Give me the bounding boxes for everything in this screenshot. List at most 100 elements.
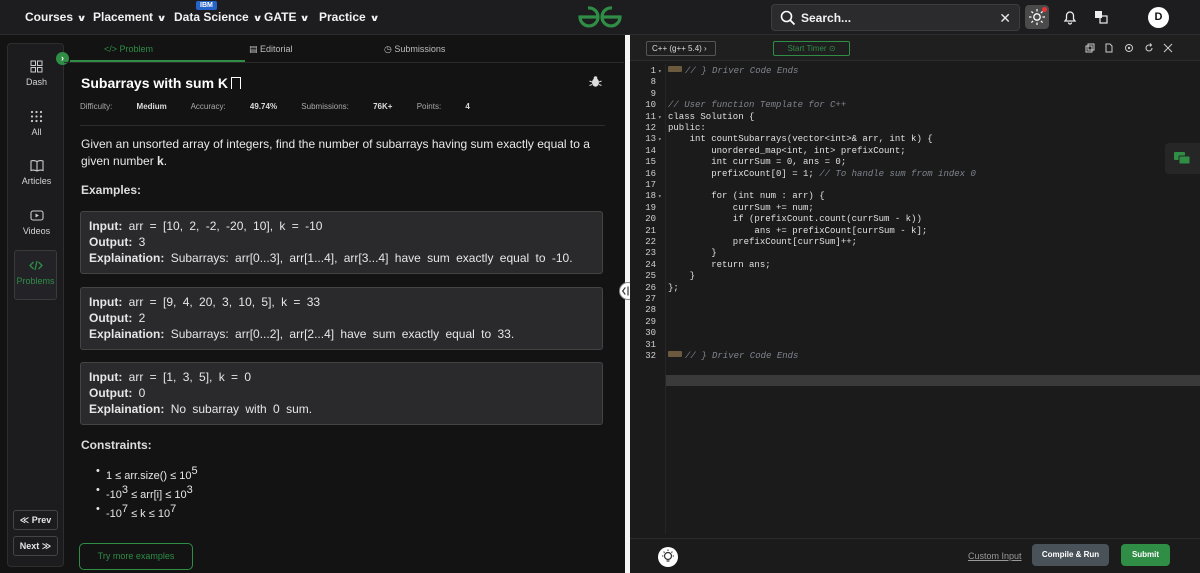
line-number: 14 xyxy=(645,145,656,156)
bug-icon[interactable] xyxy=(589,75,602,88)
translate-icon[interactable] xyxy=(1094,10,1108,24)
nav-data-science[interactable]: Data Science ∨ xyxy=(174,10,262,24)
chevron-down-icon: ∨ xyxy=(369,13,380,23)
tab-submissions[interactable]: ◷ Submissions xyxy=(384,44,445,55)
tab-editorial[interactable]: ▤ Editorial xyxy=(249,44,293,55)
code-line: int countSubarrays(vector<int>& arr, int… xyxy=(668,134,933,145)
example-box: Input: arr = [9, 4, 20, 3, 10, 5], k = 3… xyxy=(80,287,603,350)
nav-gate[interactable]: GATE ∨ xyxy=(264,10,310,24)
line-number: 8 xyxy=(650,77,656,88)
constraint-tail: ≤ arr[i] ≤ 10 xyxy=(128,489,187,501)
chat-button[interactable] xyxy=(1165,143,1200,174)
fold-arrow-icon[interactable]: ▾ xyxy=(658,191,662,202)
bookmark-icon[interactable] xyxy=(231,77,242,89)
nav-practice[interactable]: Practice ∨ xyxy=(319,10,380,24)
folded-code-marker[interactable] xyxy=(668,351,682,357)
submissions-value: 76K+ xyxy=(373,102,393,111)
grid-icon xyxy=(30,110,43,123)
example-input: Input: arr = [9, 4, 20, 3, 10, 5], k = 3… xyxy=(89,294,594,310)
sidebar-item-all[interactable]: All xyxy=(8,110,65,137)
line-number: 32 xyxy=(645,351,656,361)
line-number: 30 xyxy=(645,328,656,339)
tab-label: Submissions xyxy=(394,44,446,54)
constraint-item: -107 ≤ k ≤ 107 xyxy=(96,503,198,522)
code-line: public: xyxy=(668,123,706,133)
line-number: 31 xyxy=(645,339,656,350)
sidebar-item-videos[interactable]: Videos xyxy=(8,209,65,236)
code-line: if (prefixCount.count(currSum - k)) xyxy=(668,214,922,225)
line-number: 13 xyxy=(645,134,656,145)
settings-icon[interactable] xyxy=(1124,43,1134,53)
code-editor-panel: C++ (g++ 5.4) › Start Timer ⊙ 1 ▾// } Dri… xyxy=(630,35,1200,573)
output-value: 2 xyxy=(138,311,146,325)
chat-icon xyxy=(1174,152,1191,165)
sidebar-item-label: Articles xyxy=(21,176,52,186)
next-button[interactable]: Next ≫ xyxy=(13,536,58,556)
nav-gate-label: GATE xyxy=(264,10,297,24)
accuracy-label: Accuracy: xyxy=(190,102,226,111)
problem-meta: Difficulty: Medium Accuracy: 49.74% Subm… xyxy=(80,102,492,111)
example-box: Input: arr = [1, 3, 5], k = 0 Output: 0 … xyxy=(80,362,603,425)
play-icon: ⊙ xyxy=(828,44,836,53)
input-label: Input: xyxy=(89,295,123,309)
close-icon[interactable]: ✕ xyxy=(999,10,1011,27)
editor-footer: Custom Input Compile & Run Submit xyxy=(630,538,1200,573)
search-input[interactable] xyxy=(801,11,991,25)
output-label: Output: xyxy=(89,235,133,249)
start-timer-label: Start Timer xyxy=(787,44,827,53)
lightbulb-button[interactable] xyxy=(658,547,678,567)
file-icon[interactable] xyxy=(1104,43,1114,53)
avatar[interactable]: D xyxy=(1148,7,1169,28)
input-label: Input: xyxy=(89,219,123,233)
prev-button[interactable]: ≪ Prev xyxy=(13,510,58,530)
sidebar-item-dash[interactable]: Dash xyxy=(8,60,65,87)
problem-tabs: </> Problem ▤ Editorial ◷ Submissions xyxy=(64,38,624,63)
nav-courses-label: Courses xyxy=(25,10,74,24)
example-explanation: Explaination: Subarrays: arr[0...3], arr… xyxy=(89,250,594,266)
fold-arrow-icon[interactable]: ▾ xyxy=(658,112,662,123)
difficulty-label: Difficulty: xyxy=(80,102,113,111)
theme-toggle-button[interactable] xyxy=(1025,5,1049,29)
line-number: 12 xyxy=(645,123,656,133)
reset-icon[interactable] xyxy=(1144,43,1154,53)
bell-icon[interactable] xyxy=(1062,9,1078,25)
custom-input-link[interactable]: Custom Input xyxy=(968,551,1022,561)
search-box[interactable]: ✕ xyxy=(771,4,1020,31)
submissions-label: Submissions: xyxy=(301,102,349,111)
sidebar-item-problems[interactable]: Problems xyxy=(14,250,57,300)
example-output: Output: 0 xyxy=(89,385,594,401)
nav-courses[interactable]: Courses ∨ xyxy=(25,10,87,24)
code-area[interactable]: 1 ▾// } Driver Code Ends 8 9 10// User funct… xyxy=(630,64,1200,534)
chevron-down-icon: ∨ xyxy=(76,13,87,23)
tab-label: Problem xyxy=(119,44,154,54)
tab-problem[interactable]: </> Problem xyxy=(104,44,153,54)
gfg-logo-icon[interactable] xyxy=(576,4,624,30)
output-label: Output: xyxy=(89,386,133,400)
nav-data-science-label: Data Science xyxy=(174,10,249,24)
folded-code-marker[interactable] xyxy=(668,66,682,72)
input-value: arr = [1, 3, 5], k = 0 xyxy=(128,370,252,384)
fullscreen-icon[interactable] xyxy=(1163,43,1173,53)
code-line: for (int num : arr) { xyxy=(668,191,825,202)
sidebar-item-label: Videos xyxy=(22,226,51,236)
start-timer-button[interactable]: Start Timer ⊙ xyxy=(773,41,850,56)
explanation-value: No subarray with 0 sum. xyxy=(170,402,313,416)
line-number: 1 xyxy=(650,66,656,76)
tab-label: Editorial xyxy=(260,44,293,54)
constraint-exponent: 3 xyxy=(186,484,193,496)
language-select[interactable]: C++ (g++ 5.4) › xyxy=(646,41,716,56)
compile-run-button[interactable]: Compile & Run xyxy=(1032,544,1109,566)
copy-icon[interactable] xyxy=(1085,43,1095,53)
search-icon xyxy=(780,10,796,26)
nav-placement[interactable]: Placement ∨ xyxy=(93,10,167,24)
sidebar-item-articles[interactable]: Articles xyxy=(8,159,65,186)
submit-button[interactable]: Submit xyxy=(1121,544,1170,566)
top-navbar: Courses ∨ Placement ∨ IBM Data Science ∨ GA… xyxy=(0,0,1200,35)
problem-description: Given an unsorted array of integers, fin… xyxy=(81,136,606,170)
sidebar-item-label: All xyxy=(31,127,42,137)
fold-arrow-icon[interactable]: ▾ xyxy=(658,134,662,145)
submissions: Submissions: 76K+ xyxy=(301,102,392,111)
try-more-examples-button[interactable]: Try more examples xyxy=(79,543,193,570)
fold-arrow-icon[interactable]: ▾ xyxy=(658,66,662,77)
constraint-tail: ≤ k ≤ 10 xyxy=(128,508,171,520)
